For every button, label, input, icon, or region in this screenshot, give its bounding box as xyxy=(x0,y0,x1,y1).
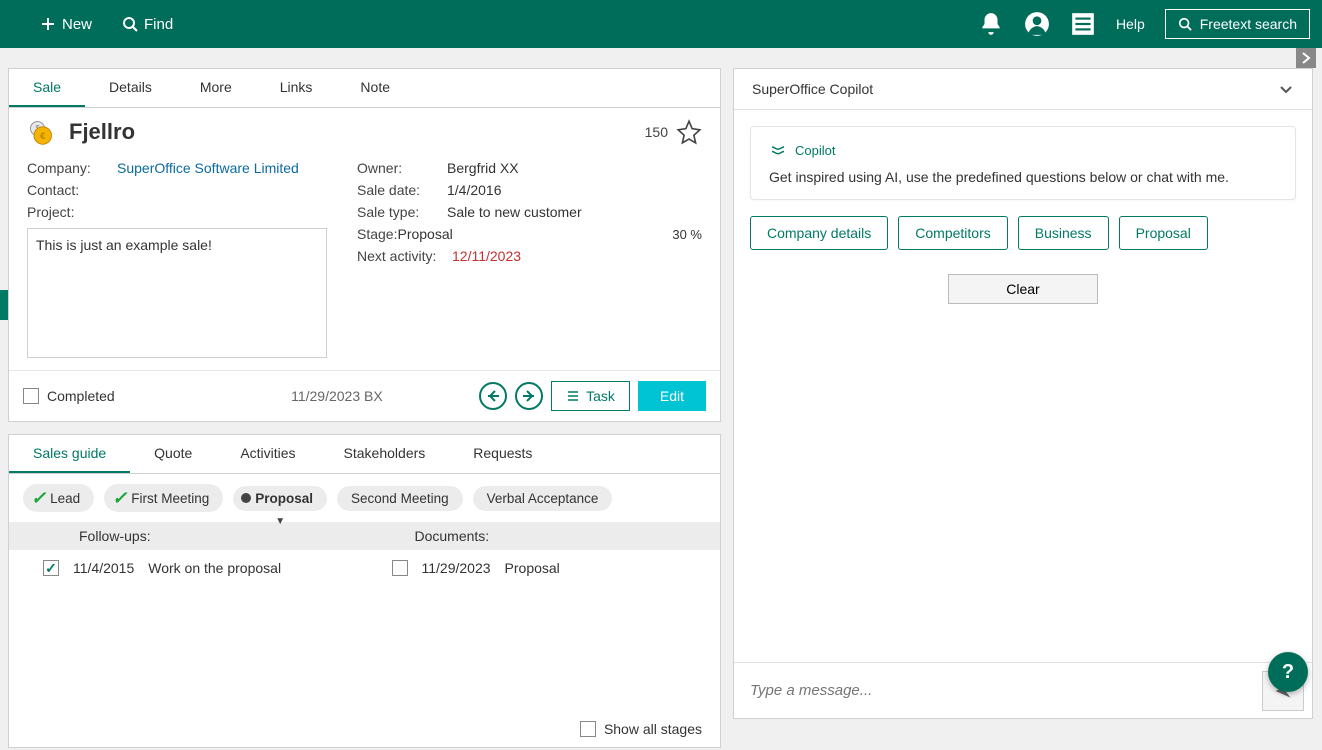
followups-header: Follow-ups: xyxy=(9,522,385,550)
tab-sale[interactable]: Sale xyxy=(9,69,85,107)
stage-value: Proposal xyxy=(397,226,452,242)
user-icon[interactable] xyxy=(1024,11,1050,37)
edit-button[interactable]: Edit xyxy=(638,381,706,411)
stage-percent: 30 % xyxy=(672,227,702,242)
completed-checkbox[interactable] xyxy=(23,388,39,404)
saledate-label: Sale date: xyxy=(357,182,447,198)
sale-score: 150 xyxy=(645,124,668,140)
copilot-panel: SuperOffice Copilot Copilot Get inspired… xyxy=(733,68,1313,719)
freetext-search[interactable]: Freetext search xyxy=(1165,9,1310,39)
document-row[interactable]: 11/29/2023 Proposal xyxy=(372,560,721,576)
sale-meta: 11/29/2023 BX xyxy=(291,388,383,404)
owner-label: Owner: xyxy=(357,160,447,176)
tab-stakeholders[interactable]: Stakeholders xyxy=(320,435,450,473)
document-checkbox[interactable] xyxy=(392,560,408,576)
copilot-title: SuperOffice Copilot xyxy=(752,81,873,97)
help-fab-button[interactable]: ? xyxy=(1268,652,1308,692)
find-button[interactable]: Find xyxy=(122,16,173,33)
nextactivity-value[interactable]: 12/11/2023 xyxy=(452,248,521,264)
top-bar: New Find Help Freetext search xyxy=(0,0,1322,48)
followup-checkbox[interactable] xyxy=(43,560,59,576)
current-stage-dot-icon xyxy=(241,493,251,503)
sale-card: Sale Details More Links Note $ € Fjell xyxy=(8,68,721,422)
tab-details[interactable]: Details xyxy=(85,69,176,107)
show-all-checkbox[interactable] xyxy=(580,721,596,737)
prev-button[interactable] xyxy=(479,382,507,410)
tab-activities[interactable]: Activities xyxy=(216,435,319,473)
bell-icon[interactable] xyxy=(978,11,1004,37)
stage-first-meeting[interactable]: ✓First Meeting xyxy=(104,484,223,512)
copilot-intro-text: Get inspired using AI, use the predefine… xyxy=(769,169,1277,185)
help-link[interactable]: Help xyxy=(1116,16,1145,32)
show-all-label: Show all stages xyxy=(604,721,702,737)
svg-text:€: € xyxy=(40,131,46,142)
document-date: 11/29/2023 xyxy=(422,560,491,576)
followup-date: 11/4/2015 xyxy=(73,560,134,576)
check-icon: ✓ xyxy=(31,489,46,507)
chevron-down-icon[interactable] xyxy=(1278,81,1294,97)
copilot-intro-card: Copilot Get inspired using AI, use the p… xyxy=(750,126,1296,200)
company-label: Company: xyxy=(27,160,117,176)
favorite-star-icon[interactable] xyxy=(676,119,702,145)
suggestion-business[interactable]: Business xyxy=(1018,216,1109,250)
sales-guide-card: Sales guide Quote Activities Stakeholder… xyxy=(8,434,721,748)
followup-text: Work on the proposal xyxy=(148,560,281,576)
stage-proposal[interactable]: Proposal▼ xyxy=(233,486,327,511)
tab-sales-guide[interactable]: Sales guide xyxy=(9,435,130,473)
sale-title: Fjellro xyxy=(69,119,135,145)
clear-button[interactable]: Clear xyxy=(948,274,1098,304)
menu-icon[interactable] xyxy=(1070,11,1096,37)
task-button[interactable]: Task xyxy=(551,381,630,411)
contact-label: Contact: xyxy=(27,182,117,198)
new-button[interactable]: New xyxy=(40,16,92,33)
stage-label: Stage: xyxy=(357,226,397,242)
tab-more[interactable]: More xyxy=(176,69,256,107)
stage-lead[interactable]: ✓Lead xyxy=(23,484,94,512)
stage-verbal[interactable]: Verbal Acceptance xyxy=(473,486,613,511)
copilot-message-input[interactable] xyxy=(750,682,1262,699)
saledate-value: 1/4/2016 xyxy=(447,182,502,198)
suggestion-proposal[interactable]: Proposal xyxy=(1119,216,1208,250)
nextactivity-label: Next activity: xyxy=(357,248,452,264)
saletype-label: Sale type: xyxy=(357,204,447,220)
tab-note[interactable]: Note xyxy=(336,69,414,107)
stage-second-meeting[interactable]: Second Meeting xyxy=(337,486,463,511)
check-icon: ✓ xyxy=(112,489,127,507)
chevron-down-icon[interactable]: ▼ xyxy=(275,516,285,527)
tab-quote[interactable]: Quote xyxy=(130,435,216,473)
suggestion-competitors[interactable]: Competitors xyxy=(898,216,1007,250)
copilot-logo-icon xyxy=(769,141,787,159)
tab-links[interactable]: Links xyxy=(256,69,337,107)
owner-value: Bergfrid XX xyxy=(447,160,519,176)
project-label: Project: xyxy=(27,204,117,220)
saletype-value: Sale to new customer xyxy=(447,204,582,220)
company-link[interactable]: SuperOffice Software Limited xyxy=(117,160,299,176)
completed-label: Completed xyxy=(47,388,115,404)
followup-row[interactable]: 11/4/2015 Work on the proposal xyxy=(9,560,372,576)
sale-note[interactable]: This is just an example sale! xyxy=(27,228,327,358)
tab-requests[interactable]: Requests xyxy=(449,435,556,473)
sale-tab-row: Sale Details More Links Note xyxy=(9,69,720,108)
document-text: Proposal xyxy=(505,560,560,576)
stage-row: ✓Lead ✓First Meeting Proposal▼ Second Me… xyxy=(9,474,720,522)
documents-header: Documents: xyxy=(385,522,721,550)
sale-coin-icon: $ € xyxy=(27,118,55,146)
sidepanel-toggle[interactable] xyxy=(1296,48,1316,68)
next-button[interactable] xyxy=(515,382,543,410)
suggestion-company-details[interactable]: Company details xyxy=(750,216,888,250)
